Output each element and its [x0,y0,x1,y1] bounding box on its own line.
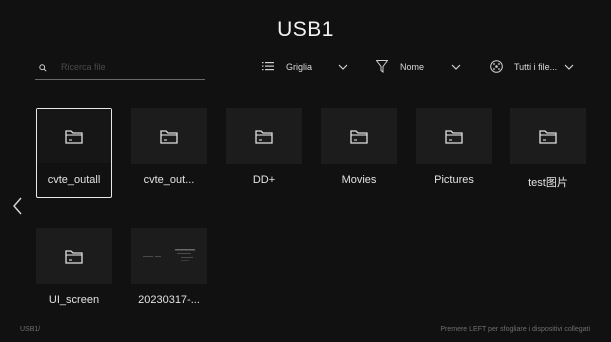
file-tile-dd-plus[interactable]: DD+ [226,108,302,198]
file-types-icon [490,60,503,73]
chevron-left-icon[interactable] [12,196,24,216]
file-name: cvte_out... [143,174,195,186]
search-icon [39,64,47,72]
search-input[interactable]: Ricerca file [35,56,205,80]
file-type-dropdown[interactable]: Tutti i file... [490,60,590,74]
chevron-down-icon [564,64,574,70]
sort-label: Nome [400,62,425,72]
file-name: cvte_outall [47,174,101,186]
file-tile-cvte-out[interactable]: cvte_out... [131,108,207,198]
file-name: Movies [341,174,377,186]
file-tile-ui-screen[interactable]: UI_screen [36,228,112,318]
folder-icon [350,130,368,144]
view-mode-dropdown[interactable]: Griglia [262,60,352,74]
file-tile-pictures[interactable]: Pictures [416,108,492,198]
view-mode-label: Griglia [286,62,313,72]
screenshot-preview [143,249,195,261]
folder-icon [539,130,557,144]
folder-icon [65,130,83,144]
page-title: USB1 [277,18,334,41]
current-path: USB1/ [20,326,41,333]
file-tile-test-pictures[interactable]: test图片 [510,108,586,198]
file-tile-screenshot-image[interactable]: 20230317-... [131,228,207,318]
chevron-down-icon [451,64,461,70]
filter-icon [376,60,388,73]
search-placeholder: Ricerca file [61,62,106,72]
file-name: Pictures [434,174,474,186]
file-name: test图片 [528,177,568,189]
navigation-hint: Premere LEFT per sfogliare i dispositivi… [440,326,590,333]
list-icon [262,62,274,71]
chevron-down-icon [338,64,348,70]
file-tile-cvte-outall[interactable]: cvte_outall [36,108,112,198]
folder-icon [255,130,273,144]
image-thumbnail [131,228,207,284]
file-name: 20230317-... [138,294,200,306]
file-name: UI_screen [48,294,100,306]
file-type-label: Tutti i file... [514,62,558,72]
file-tile-movies[interactable]: Movies [321,108,397,198]
folder-icon [160,130,178,144]
folder-icon [445,130,463,144]
file-name: DD+ [252,174,276,186]
folder-icon [65,250,83,264]
sort-dropdown[interactable]: Nome [376,60,466,74]
